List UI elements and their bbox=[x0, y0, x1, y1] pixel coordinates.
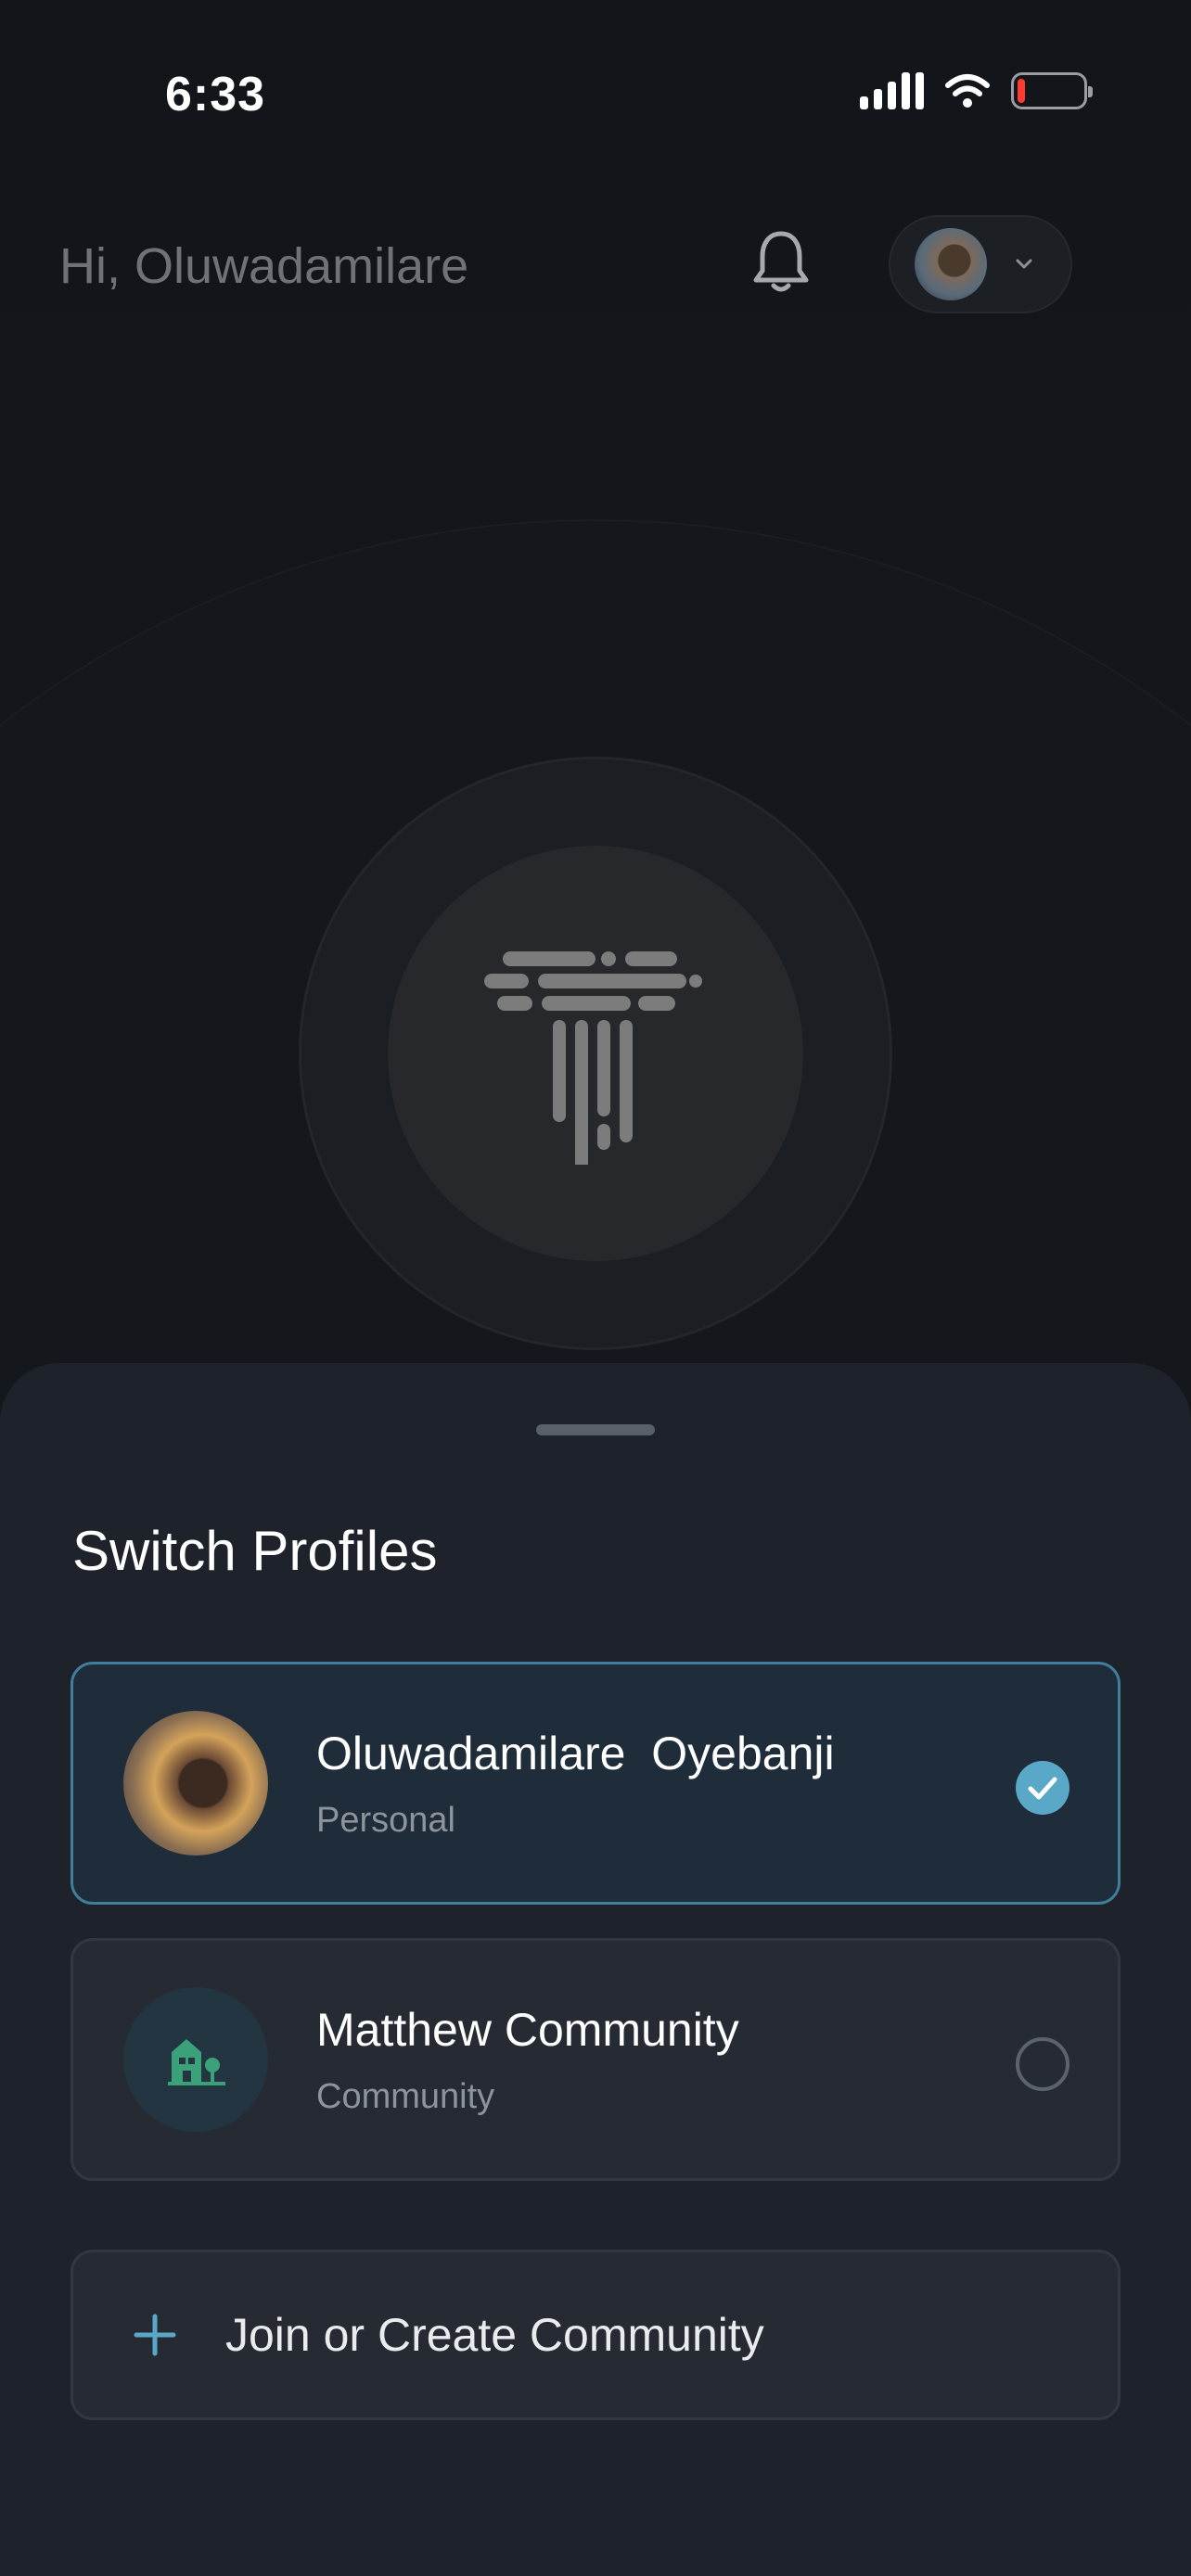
app-logo-icon bbox=[484, 951, 702, 1165]
app-screen: 6:33 Hi, Oluwadamilare Switch Profiles O… bbox=[0, 0, 1191, 2576]
status-bar: 6:33 bbox=[0, 0, 1191, 148]
profile-card-personal[interactable]: Oluwadamilare Oyebanji Personal bbox=[70, 1662, 1121, 1905]
sheet-grabber[interactable] bbox=[536, 1424, 655, 1435]
wifi-icon bbox=[945, 74, 990, 108]
plus-icon bbox=[134, 2314, 176, 2356]
avatar bbox=[123, 1711, 268, 1855]
cellular-signal-icon bbox=[860, 72, 924, 109]
notifications-button[interactable] bbox=[742, 223, 820, 300]
status-icons bbox=[860, 72, 1093, 109]
profile-name: Oluwadamilare Oyebanji bbox=[316, 1727, 835, 1779]
profile-card-community[interactable]: Matthew Community Community bbox=[70, 1938, 1121, 2181]
join-label: Join or Create Community bbox=[225, 2309, 764, 2361]
switch-profiles-sheet: Switch Profiles Oluwadamilare Oyebanji P… bbox=[0, 1363, 1191, 2576]
greeting-text: Hi, Oluwadamilare bbox=[59, 238, 469, 294]
bell-icon bbox=[753, 231, 809, 292]
battery-level bbox=[1018, 79, 1025, 103]
join-or-create-community-button[interactable]: Join or Create Community bbox=[70, 2250, 1121, 2420]
battery-icon bbox=[1011, 72, 1093, 109]
profile-name: Matthew Community bbox=[316, 2003, 739, 2056]
chevron-down-icon bbox=[1016, 259, 1032, 269]
logo-button[interactable] bbox=[388, 846, 803, 1261]
logo-ring bbox=[299, 757, 892, 1350]
profile-info: Oluwadamilare Oyebanji Personal bbox=[316, 1727, 835, 1841]
profile-switcher-button[interactable] bbox=[889, 215, 1072, 313]
profile-type: Personal bbox=[316, 1800, 455, 1840]
building-icon bbox=[168, 2039, 225, 2085]
selected-radio[interactable] bbox=[1016, 1761, 1069, 1815]
checkmark-icon bbox=[1028, 1777, 1057, 1800]
profile-type: Community bbox=[316, 2076, 495, 2116]
avatar bbox=[915, 228, 987, 300]
sheet-title: Switch Profiles bbox=[72, 1520, 438, 1582]
status-time: 6:33 bbox=[165, 68, 266, 121]
profile-info: Matthew Community Community bbox=[316, 2003, 739, 2117]
unselected-radio[interactable] bbox=[1016, 2037, 1069, 2091]
community-avatar bbox=[123, 1987, 268, 2132]
